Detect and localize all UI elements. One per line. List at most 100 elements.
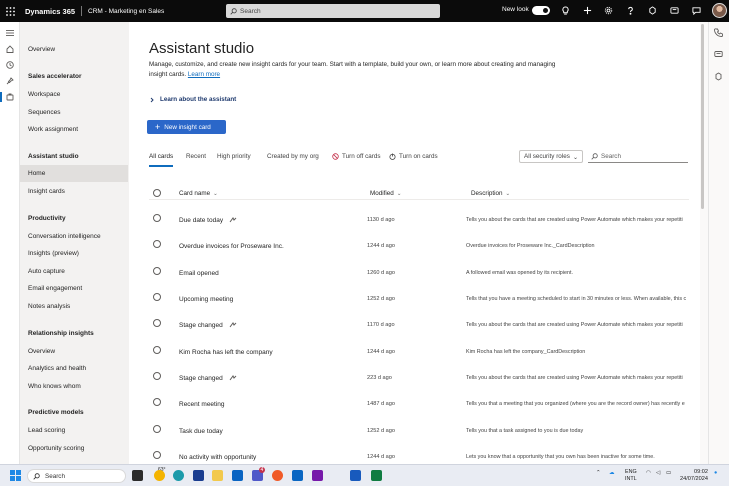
table-row[interactable]: Stage changed 223 d ago Tells you about th… [149,366,689,392]
windows-start-icon[interactable] [10,470,21,481]
sidebar-item-who-knows-whom[interactable]: Who knows whom [28,383,81,390]
tab-created-by-my-org[interactable]: Created by my org [267,153,319,160]
row-select-radio[interactable] [153,240,161,248]
word-icon[interactable] [350,470,361,481]
taskbar-search-input[interactable]: Search [27,469,126,483]
table-row[interactable]: Recent meeting 1487 d ago Tells you that a… [149,392,689,418]
chevron-up-icon[interactable]: ⌃ [596,470,601,476]
card-name-cell[interactable]: Upcoming meeting [179,296,233,303]
chrome-icon[interactable] [272,470,283,481]
language-indicator[interactable]: ENG INTL [625,469,637,482]
grid-search-input[interactable]: Search [588,150,688,163]
column-header-modified[interactable]: Modified ⌄ [370,190,401,197]
system-clock[interactable]: 09:02 24/07/2024 [680,469,708,483]
help-icon[interactable] [625,5,636,16]
table-row[interactable]: Task due today 1252 d ago Tells you that a… [149,419,689,445]
card-name-cell[interactable]: Stage changed [179,322,237,329]
card-name-cell[interactable]: Due date today [179,217,237,224]
sidebar-item-insights-preview[interactable]: Insights (preview) [28,250,79,257]
column-header-card-name[interactable]: Card name ⌄ [179,190,218,197]
gear-icon[interactable] [603,5,614,16]
tab-recent[interactable]: Recent [186,153,206,160]
onedrive-icon[interactable]: ☁ [609,470,615,476]
turn-off-cards-button[interactable]: Turn off cards [332,153,381,160]
sidebar-item-ri-overview[interactable]: Overview [28,348,55,355]
tab-all-cards[interactable]: All cards [149,153,174,167]
card-name-cell[interactable]: Kim Rocha has left the company [179,349,273,356]
row-select-radio[interactable] [153,319,161,327]
linkedin-icon[interactable] [292,470,303,481]
plus-icon[interactable] [582,5,593,16]
sidebar-item-opportunity-scoring[interactable]: Opportunity scoring [28,445,84,452]
file-explorer-icon[interactable] [212,470,223,481]
sidebar-item-analytics-and-health[interactable]: Analytics and health [28,365,86,372]
row-select-radio[interactable] [153,214,161,222]
sidebar-item-email-engagement[interactable]: Email engagement [28,285,82,292]
recent-icon[interactable] [5,60,15,70]
card-name-cell[interactable]: Recent meeting [179,401,225,408]
weather-icon[interactable] [154,470,165,481]
global-search-input[interactable]: Search [226,4,440,18]
avatar[interactable] [712,3,727,18]
app-name[interactable]: CRM - Marketing en Sales [88,8,164,15]
home-icon[interactable] [5,44,15,54]
new-insight-card-button[interactable]: + New insight card [147,120,226,134]
brand-title[interactable]: Dynamics 365 [25,7,75,16]
turn-on-cards-button[interactable]: Turn on cards [389,153,438,160]
sidebar-item-lead-scoring[interactable]: Lead scoring [28,427,65,434]
feedback-icon[interactable] [691,5,702,16]
sidebar-item-conversation-intelligence[interactable]: Conversation intelligence [28,233,101,240]
copilot-icon[interactable] [647,5,658,16]
column-header-description[interactable]: Description ⌄ [471,190,510,197]
onenote-icon[interactable] [312,470,323,481]
wifi-icon[interactable]: ◠ [646,470,651,476]
outlook-icon[interactable] [232,470,243,481]
table-row[interactable]: Email opened 1260 d ago A followed email w… [149,261,689,287]
lightbulb-icon[interactable] [560,5,571,16]
sales-insights-icon[interactable] [0,92,15,102]
row-select-radio[interactable] [153,425,161,433]
conversation-icon[interactable] [714,50,724,60]
card-name-cell[interactable]: Email opened [179,270,219,277]
card-name-cell[interactable]: Task due today [179,428,223,435]
table-row[interactable]: Upcoming meeting 1252 d ago Tells that you… [149,287,689,313]
row-select-radio[interactable] [153,451,161,459]
excel-icon[interactable] [371,470,382,481]
battery-icon[interactable]: ▭ [666,470,671,476]
phone-icon[interactable] [714,28,724,38]
tab-high-priority[interactable]: High priority [217,153,251,160]
sidebar-item-work-assignment[interactable]: Work assignment [28,126,78,133]
store-icon[interactable] [193,470,204,481]
security-roles-dropdown[interactable]: All security roles ⌄ [519,150,583,163]
select-all-radio[interactable] [153,189,161,197]
table-row[interactable]: Kim Rocha has left the company 1244 d ago… [149,340,689,366]
table-row[interactable]: Overdue invoices for Proseware Inc. 1244 … [149,234,689,260]
copilot-pane-icon[interactable] [714,72,724,82]
sidebar-item-workspace[interactable]: Workspace [28,91,60,98]
table-row[interactable]: Due date today 1130 d ago Tells you about … [149,208,689,234]
row-select-radio[interactable] [153,293,161,301]
row-select-radio[interactable] [153,398,161,406]
row-select-radio[interactable] [153,267,161,275]
hamburger-icon[interactable] [5,28,15,38]
app-launcher-icon[interactable] [0,0,20,22]
sidebar-item-insight-cards[interactable]: Insight cards [28,188,65,195]
edge-icon[interactable] [173,470,184,481]
sidebar-item-home[interactable]: Home [28,170,45,177]
sidebar-item-overview[interactable]: Overview [28,46,55,53]
table-row[interactable]: No activity with opportunity 1244 d ago Le… [149,445,689,464]
row-select-radio[interactable] [153,346,161,354]
card-name-cell[interactable]: Overdue invoices for Proseware Inc. [179,243,284,250]
learn-about-assistant-expander[interactable]: Learn about the assistant [149,96,236,103]
notification-bell-icon[interactable]: ● [714,470,717,476]
task-view-icon[interactable] [132,470,143,481]
chat-icon[interactable] [669,5,680,16]
sidebar-item-notes-analysis[interactable]: Notes analysis [28,303,70,310]
table-row[interactable]: Stage changed 1170 d ago Tells you about t… [149,313,689,339]
card-name-cell[interactable]: No activity with opportunity [179,454,256,461]
learn-more-link[interactable]: Learn more [188,71,220,78]
pin-icon[interactable] [5,76,15,86]
card-name-cell[interactable]: Stage changed [179,375,237,382]
sidebar-item-sequences[interactable]: Sequences [28,109,61,116]
main-scrollbar[interactable] [701,24,704,209]
